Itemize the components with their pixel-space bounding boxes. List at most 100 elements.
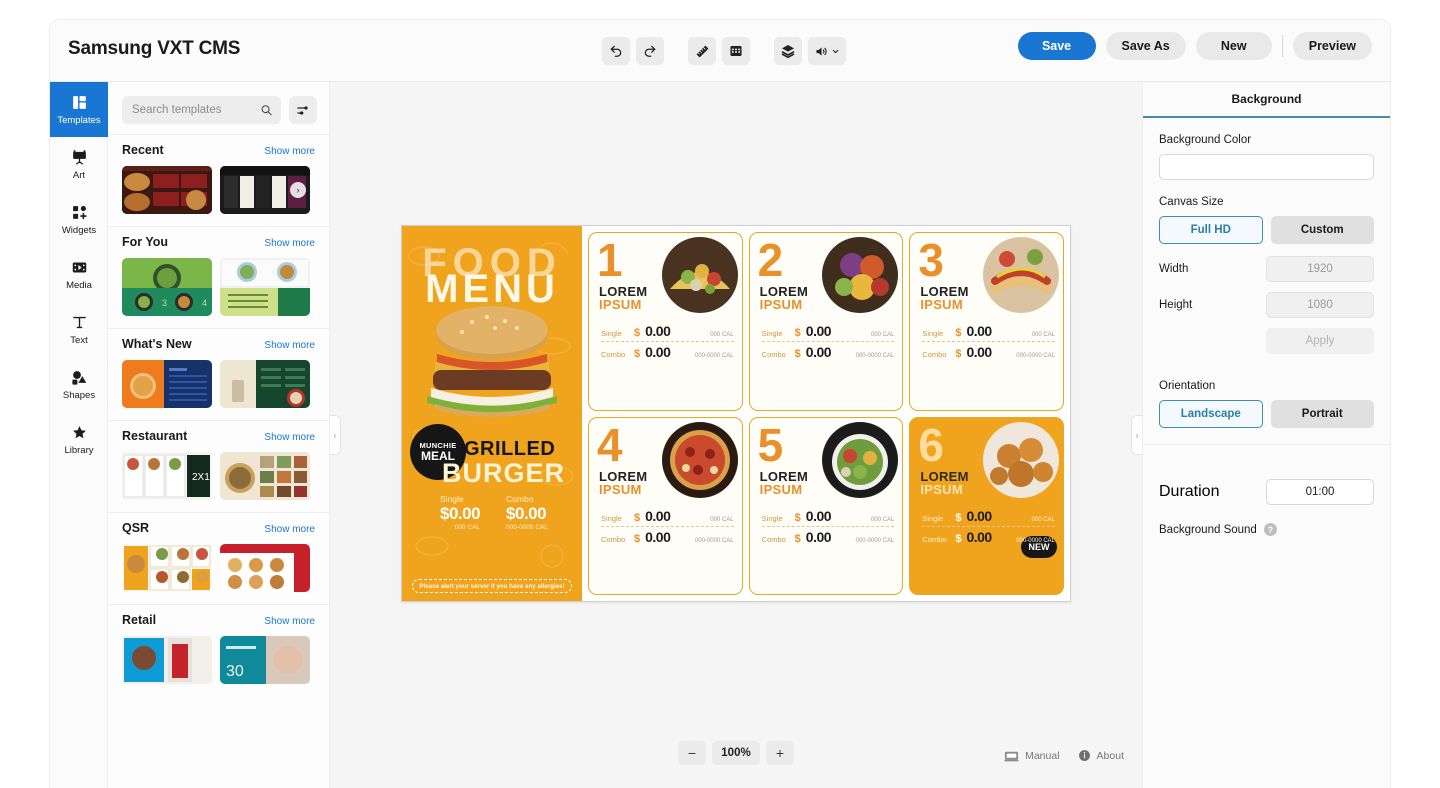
card-combo-price: 0.00 <box>805 344 832 360</box>
card-price-group: Single $ 0.00 000 CAL Combo $ 0.00 000-0… <box>761 506 895 547</box>
width-label: Width <box>1159 263 1189 275</box>
help-icon[interactable]: ? <box>1263 523 1277 536</box>
card-number: 6 <box>918 418 944 471</box>
template-section-whats-new: What's New Show more <box>108 328 329 420</box>
card-combo-cal: 000-0000 CAL <box>855 353 895 359</box>
sidebar-item-art[interactable]: Art <box>50 137 108 192</box>
new-button[interactable]: New <box>1195 32 1272 60</box>
template-thumb[interactable] <box>220 360 310 408</box>
template-section-qsr: QSR Show more <box>108 512 329 604</box>
show-more-link[interactable]: Show more <box>264 524 315 535</box>
background-color-swatch[interactable] <box>1159 154 1374 180</box>
template-thumb[interactable] <box>122 360 212 408</box>
sidebar-item-shapes[interactable]: Shapes <box>50 357 108 412</box>
template-thumb[interactable] <box>122 166 212 214</box>
template-thumb-list <box>122 360 315 408</box>
layers-button[interactable] <box>774 37 802 65</box>
about-link[interactable]: About <box>1078 749 1124 762</box>
menu-card[interactable]: 1 LOREM IPSUM Single $ 0.00 000 CAL Comb… <box>588 232 743 411</box>
zoom-level[interactable]: 100% <box>712 741 760 765</box>
template-thumb[interactable] <box>220 258 310 316</box>
show-more-link[interactable]: Show more <box>264 616 315 627</box>
card-title-line1: LOREM <box>599 284 648 299</box>
height-input[interactable]: 1080 <box>1266 292 1374 318</box>
card-combo-label: Combo <box>601 534 626 544</box>
taco-image <box>661 237 738 313</box>
filter-button[interactable] <box>289 96 317 124</box>
show-more-link[interactable]: Show more <box>264 238 315 249</box>
collapse-left-panel-handle[interactable]: ‹ <box>330 415 341 455</box>
preview-button[interactable]: Preview <box>1292 32 1372 60</box>
sidebar-item-label: Widgets <box>61 224 97 236</box>
currency-symbol: $ <box>955 327 962 339</box>
background-sound-row: Background Sound ? <box>1159 523 1374 536</box>
sidebar-item-templates[interactable]: Templates <box>50 82 108 137</box>
menu-card[interactable]: 2 LOREM IPSUM Single $ 0.00 000 CAL Comb… <box>748 232 904 411</box>
orientation-toggle: Landscape Portrait <box>1159 400 1374 428</box>
sidebar-item-library[interactable]: Library <box>50 412 108 467</box>
template-thumb[interactable] <box>220 452 310 500</box>
layers-icon <box>781 45 795 59</box>
menu-card[interactable]: 6 LOREM IPSUM NEW Single $ 0.00 000 CAL … <box>909 416 1064 595</box>
zoom-out-button[interactable]: − <box>678 741 706 765</box>
landscape-button[interactable]: Landscape <box>1159 400 1263 428</box>
collapse-right-panel-handle[interactable]: › <box>1131 415 1142 455</box>
menu-card[interactable]: 5 LOREM IPSUM Single $ 0.00 000 CAL Comb… <box>748 416 904 595</box>
search-input[interactable] <box>132 104 261 116</box>
currency-symbol: $ <box>794 532 801 545</box>
width-input[interactable]: 1920 <box>1266 256 1374 282</box>
save-as-button[interactable]: Save As <box>1105 32 1186 60</box>
show-more-link[interactable]: Show more <box>264 340 315 351</box>
template-thumb[interactable] <box>122 636 212 684</box>
custom-size-button[interactable]: Custom <box>1270 216 1374 244</box>
manual-link[interactable]: Manual <box>1004 750 1060 762</box>
ruler-button[interactable] <box>688 37 716 65</box>
thumb-art: 2X1 <box>122 452 212 500</box>
background-sound-label: Background Sound <box>1159 523 1257 536</box>
hero-combo-cal: 000-0000 CAL <box>506 524 548 531</box>
tab-background[interactable]: Background <box>1143 82 1390 118</box>
save-button[interactable]: Save <box>1017 32 1096 60</box>
redo-button[interactable] <box>636 37 664 65</box>
apply-button[interactable]: Apply <box>1266 328 1374 354</box>
about-label: About <box>1096 749 1124 762</box>
full-hd-button[interactable]: Full HD <box>1159 216 1263 244</box>
template-thumb[interactable]: 2X1 <box>122 452 212 500</box>
menu-card[interactable]: 3 LOREM IPSUM Single $ 0.00 000 CAL Comb… <box>909 232 1064 411</box>
card-combo-label: Combo <box>922 350 947 359</box>
sidebar-item-media[interactable]: Media <box>50 247 108 302</box>
card-title: LOREM IPSUM <box>599 285 647 312</box>
canvas-hero-panel[interactable]: FOOD MENU MUNCHIE MEAL GRILLED BURGER Si… <box>402 226 582 601</box>
template-thumb[interactable]: 3 4 <box>122 258 212 316</box>
template-thumb[interactable]: › <box>220 166 310 214</box>
card-title-line1: LOREM <box>920 468 969 484</box>
volume-button[interactable] <box>808 37 846 65</box>
thumb-art <box>122 636 212 684</box>
card-title-line2: IPSUM <box>920 297 963 313</box>
template-thumb[interactable] <box>122 544 212 592</box>
card-single-price: 0.00 <box>645 507 671 524</box>
template-section-restaurant: Restaurant Show more 2X1 <box>108 420 329 512</box>
thumb-next-arrow[interactable]: › <box>290 182 306 198</box>
portrait-button[interactable]: Portrait <box>1270 400 1374 428</box>
design-canvas[interactable]: FOOD MENU MUNCHIE MEAL GRILLED BURGER Si… <box>401 225 1071 602</box>
sidebar-item-text[interactable]: Text <box>50 302 108 357</box>
template-thumb[interactable]: 30 <box>220 636 310 684</box>
undo-button[interactable] <box>602 37 630 65</box>
thumb-art: 30 <box>220 636 310 684</box>
section-header: What's New Show more <box>122 337 315 351</box>
duration-input[interactable]: 01:00 <box>1266 479 1374 505</box>
thumb-art <box>122 544 212 592</box>
properties-panel: Background Background Color Canvas Size … <box>1142 82 1390 788</box>
menu-card[interactable]: 4 LOREM IPSUM Single $ 0.00 000 CAL Comb… <box>588 416 743 595</box>
card-single-label: Single <box>601 513 622 523</box>
sidebar-item-widgets[interactable]: Widgets <box>50 192 108 247</box>
width-row: Width 1920 <box>1159 256 1374 282</box>
show-more-link[interactable]: Show more <box>264 432 315 443</box>
template-thumb[interactable] <box>220 544 310 592</box>
schedule-button[interactable] <box>722 37 750 65</box>
zoom-in-button[interactable]: + <box>766 741 794 765</box>
currency-symbol: $ <box>634 511 641 524</box>
show-more-link[interactable]: Show more <box>264 146 315 157</box>
search-box[interactable] <box>122 96 281 124</box>
